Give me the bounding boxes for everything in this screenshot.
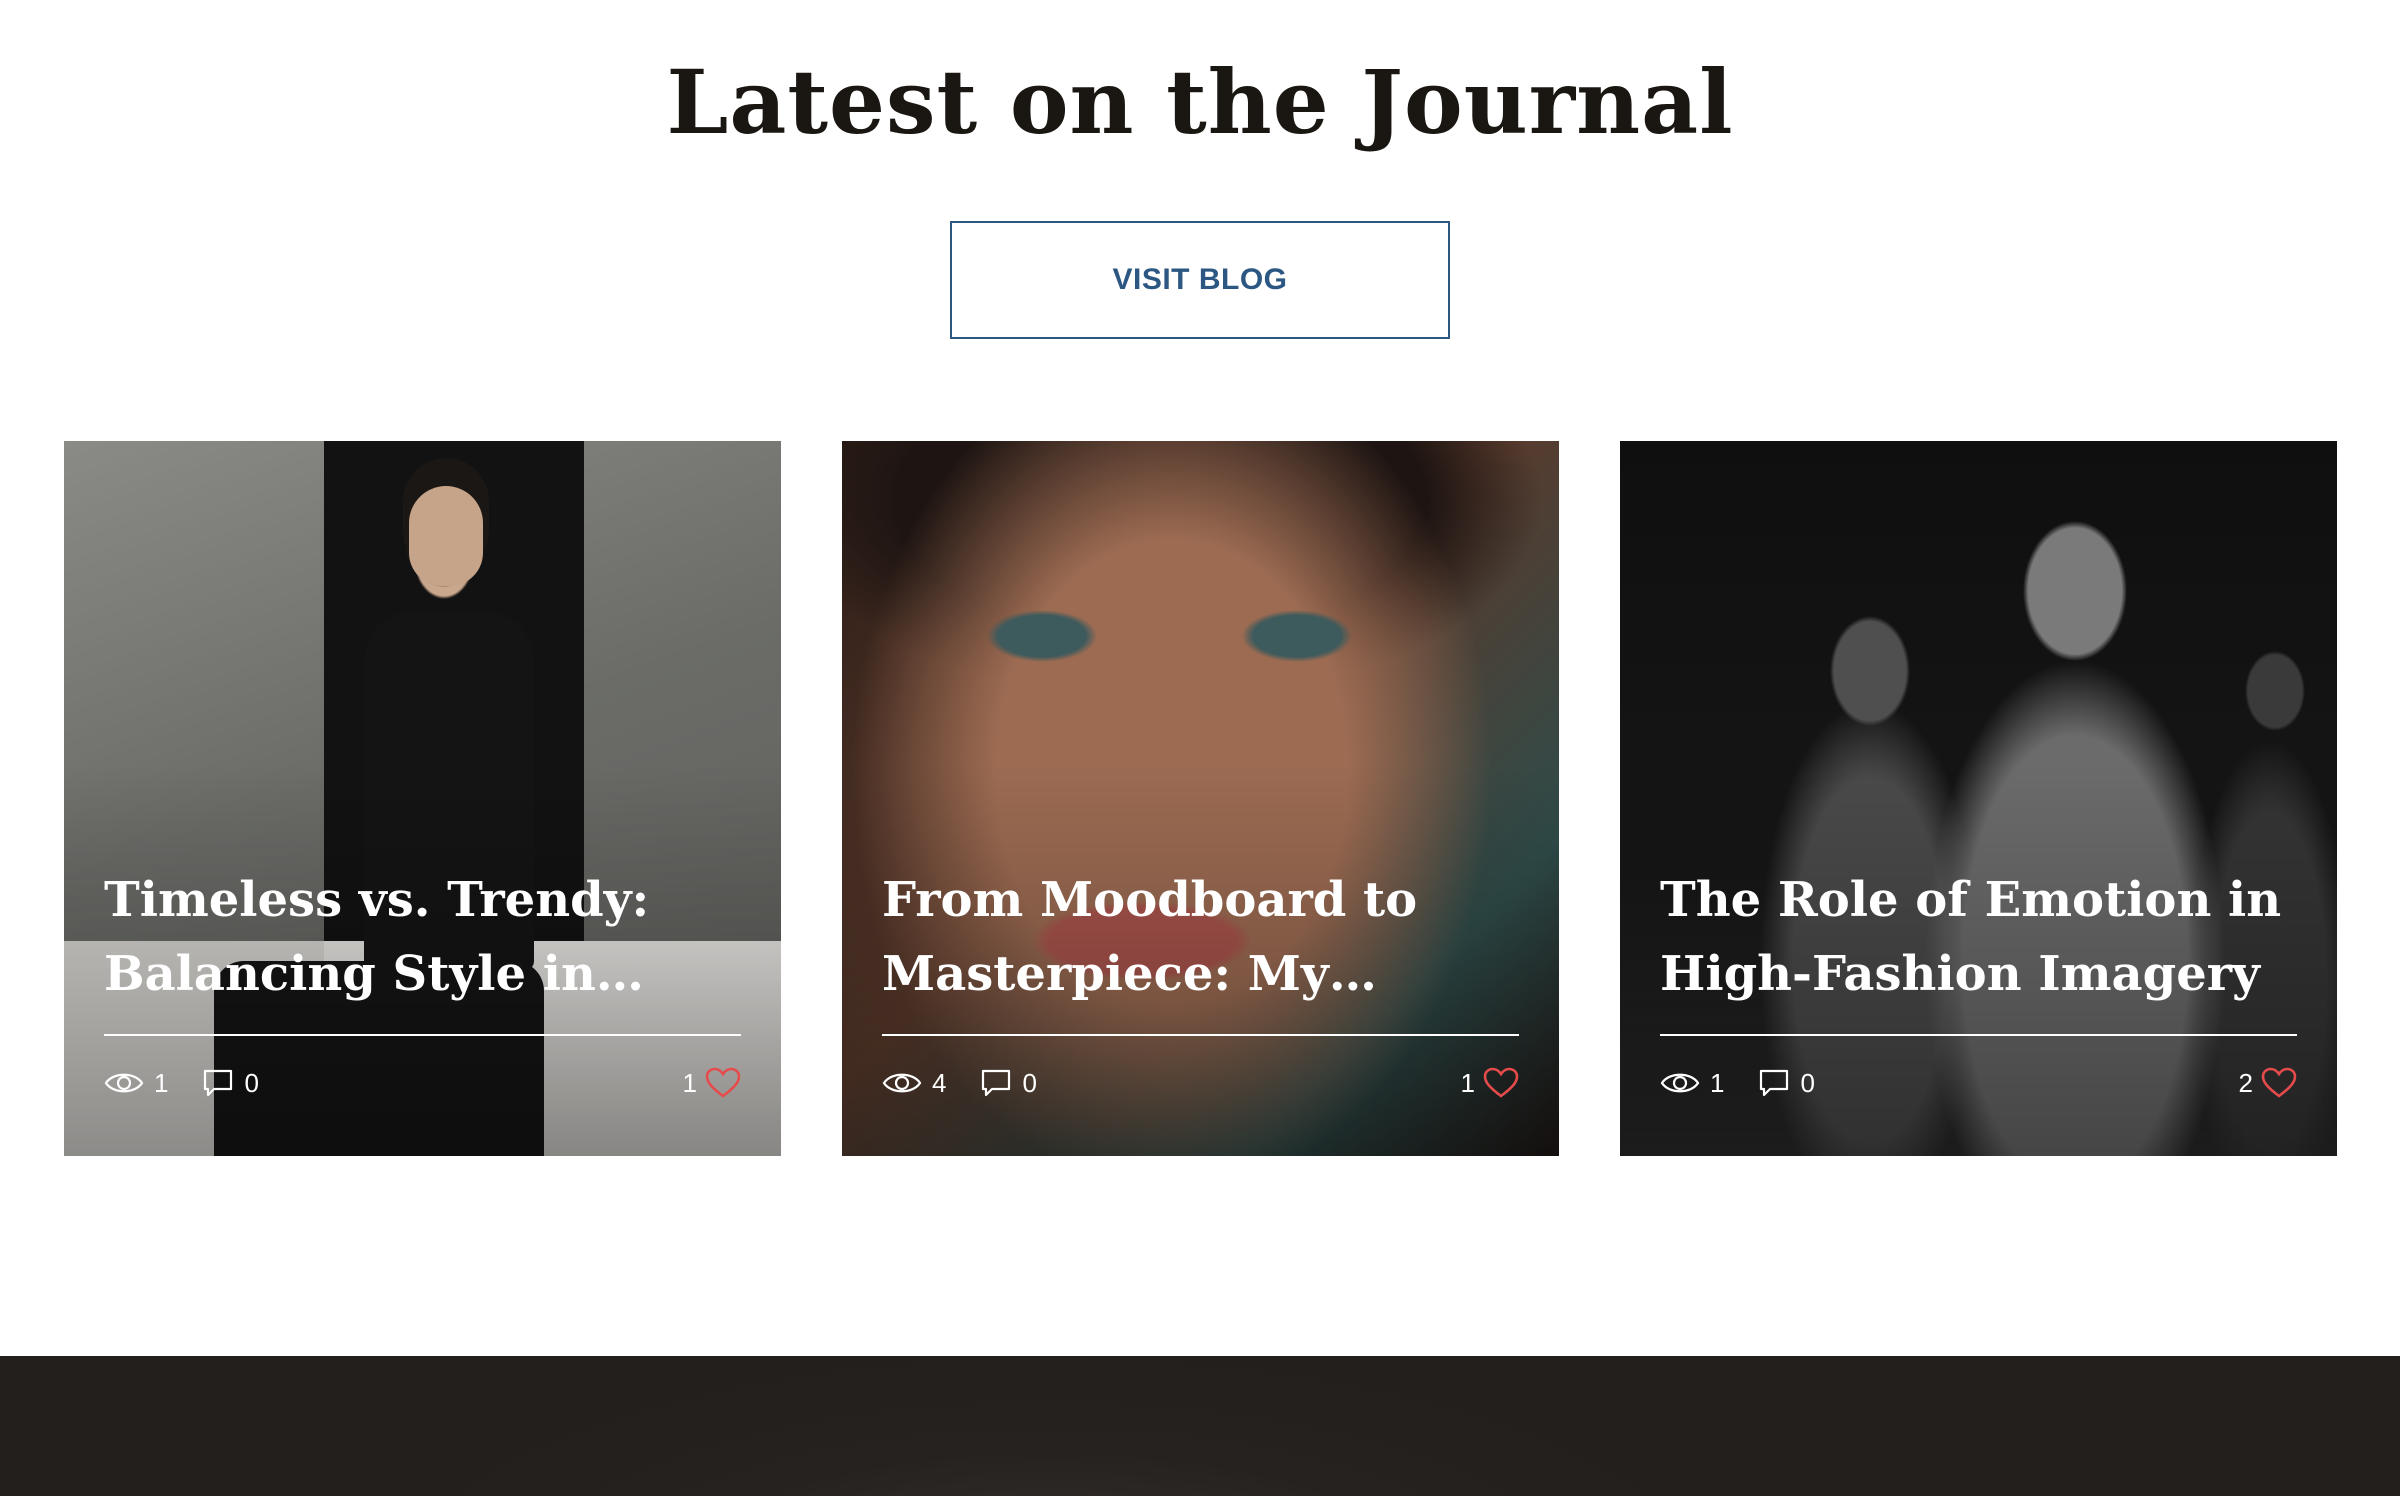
section-heading: Latest on the Journal [666,50,1734,154]
comments-count: 0 [1800,1067,1815,1098]
card-divider [882,1034,1519,1036]
post-title[interactable]: The Role of Emotion in High-Fashion Imag… [1660,863,2310,1011]
like-button[interactable]: 1 [1461,1067,1519,1099]
like-button[interactable]: 2 [2239,1067,2297,1099]
likes-count: 1 [1460,1067,1475,1098]
post-title[interactable]: From Moodboard to Masterpiece: My Creati… [882,863,1532,1011]
likes-count: 2 [2238,1067,2253,1098]
post-stats: 1 0 2 [1660,1063,2297,1103]
views-stat: 1 [1660,1068,1724,1099]
heart-outline-icon [2261,1067,2297,1098]
likes-count: 1 [682,1067,697,1098]
heart-outline-icon [705,1067,741,1098]
card-divider [104,1034,741,1036]
views-stat: 1 [104,1068,168,1099]
post-stats: 4 0 1 [882,1063,1519,1103]
comment-icon [1760,1069,1789,1097]
comment-icon [204,1069,233,1097]
comments-count: 0 [244,1067,259,1098]
comments-count: 0 [1022,1067,1037,1098]
next-section-background [0,1356,2400,1496]
comments-stat[interactable]: 0 [1758,1067,1815,1099]
eye-icon [104,1073,144,1093]
post-stats: 1 0 1 [104,1063,741,1103]
visit-blog-button[interactable]: VISIT BLOG [950,221,1450,339]
eye-icon [1660,1073,1700,1093]
like-button[interactable]: 1 [683,1067,741,1099]
comments-stat[interactable]: 0 [202,1067,259,1099]
heart-outline-icon [1483,1067,1519,1098]
comments-stat[interactable]: 0 [980,1067,1037,1099]
views-count: 4 [932,1067,947,1098]
card-divider [1660,1034,2297,1036]
blog-post-card[interactable]: Timeless vs. Trendy: Balancing Style in … [64,441,781,1156]
blog-post-card[interactable]: From Moodboard to Masterpiece: My Creati… [842,441,1559,1156]
views-count: 1 [154,1067,169,1098]
post-title[interactable]: Timeless vs. Trendy: Balancing Style in … [104,863,754,1011]
comment-icon [982,1069,1011,1097]
views-count: 1 [1710,1067,1725,1098]
blog-post-card[interactable]: The Role of Emotion in High-Fashion Imag… [1620,441,2337,1156]
eye-icon [882,1073,922,1093]
views-stat: 4 [882,1068,946,1099]
